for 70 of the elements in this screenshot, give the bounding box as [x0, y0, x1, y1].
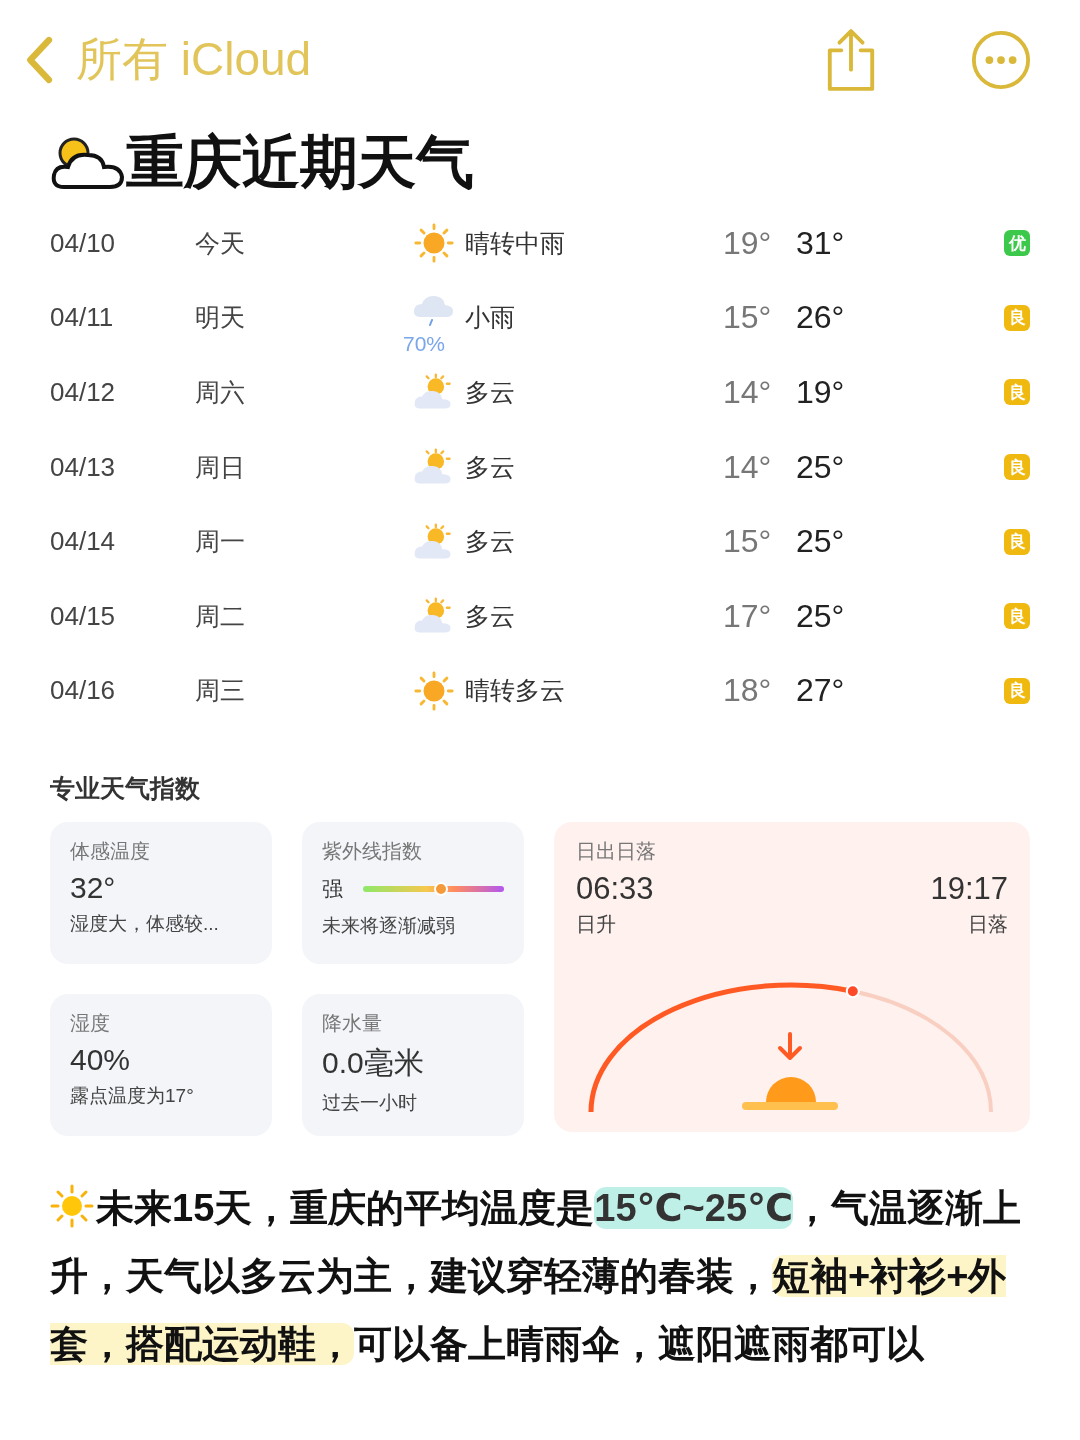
forecast-day: 周六 — [195, 376, 403, 409]
index-label: 紫外线指数 — [322, 839, 423, 865]
sun-icon — [50, 1184, 94, 1229]
air-quality-tag: 良 — [1004, 304, 1030, 331]
low-temperature: 14° — [723, 448, 773, 486]
low-temperature: 14° — [723, 374, 773, 411]
high-temperature: 31° — [796, 224, 846, 262]
forecast-date: 04/15 — [50, 600, 117, 632]
air-quality-tag: 良 — [1004, 454, 1030, 481]
sun-icon — [412, 222, 456, 265]
weather-condition: 晴转中雨 — [465, 227, 566, 259]
sun-icon — [412, 669, 456, 712]
sunrise-label: 日升 — [576, 912, 617, 938]
note-paragraph: 未来15天，重庆的平均温度是15℃~25℃，气温逐渐上升，天气以多云为主，建议穿轻薄的春装，短袖+衬衫+外套，搭配运动鞋，可以备上晴雨伞，遮阳遮雨都可以 — [50, 1186, 1023, 1368]
index-value: 0.0毫米 — [322, 1045, 425, 1082]
low-temperature: 15° — [723, 523, 773, 561]
forecast-date: 04/13 — [50, 451, 117, 483]
index-label: 体感温度 — [70, 839, 151, 865]
high-temperature: 27° — [796, 672, 846, 710]
low-temperature: 18° — [723, 672, 773, 710]
index-value: 32° — [70, 871, 117, 906]
high-temperature: 25° — [796, 448, 846, 486]
sun-position-dot — [845, 984, 860, 999]
high-temperature: 25° — [796, 597, 846, 635]
forecast-date: 04/16 — [50, 675, 117, 707]
high-temperature: 19° — [796, 374, 846, 411]
weather-condition: 多云 — [465, 377, 516, 408]
high-temperature: 25° — [796, 523, 846, 561]
weather-condition: 晴转多云 — [465, 675, 566, 707]
index-label: 日出日落 — [576, 839, 657, 865]
back-chevron-icon — [24, 35, 54, 85]
air-quality-tag: 良 — [1004, 528, 1030, 555]
index-note: 过去一小时 — [322, 1091, 418, 1116]
air-quality-tag: 优 — [1004, 230, 1030, 257]
low-temperature: 15° — [723, 299, 773, 337]
weather-condition: 小雨 — [465, 302, 516, 334]
index-value: 强 — [322, 876, 343, 903]
forecast-day: 周日 — [195, 450, 403, 484]
note-title: 重庆近期天气 — [126, 128, 474, 196]
index-note: 露点温度为17° — [70, 1084, 195, 1109]
weather-condition: 多云 — [465, 600, 516, 632]
more-icon[interactable] — [970, 29, 1032, 91]
precipitation-chance: 70% — [403, 331, 446, 356]
forecast-day: 周二 — [195, 599, 403, 633]
index-label: 湿度 — [70, 1011, 111, 1037]
forecast-date: 04/12 — [50, 377, 117, 408]
air-quality-tag: 良 — [1004, 379, 1030, 406]
forecast-date: 04/10 — [50, 227, 117, 259]
low-temperature: 19° — [723, 224, 773, 262]
forecast-day: 明天 — [195, 301, 403, 335]
sunrise-time: 06:33 — [576, 871, 654, 908]
high-temperature: 26° — [796, 299, 846, 337]
back-button[interactable]: 所有 iCloud — [24, 29, 312, 91]
sunset-time: 19:17 — [930, 871, 1008, 908]
sunset-label: 日落 — [968, 912, 1008, 938]
forecast-date: 04/11 — [50, 302, 115, 334]
weather-condition: 多云 — [465, 451, 516, 483]
air-quality-tag: 良 — [1004, 603, 1030, 630]
index-note: 未来将逐渐减弱 — [322, 914, 456, 939]
index-note: 湿度大，体感较... — [70, 912, 220, 937]
forecast-day: 周一 — [195, 525, 403, 559]
index-label: 降水量 — [322, 1011, 383, 1037]
section-title: 专业天气指数 — [50, 773, 201, 805]
forecast-day: 今天 — [195, 226, 403, 260]
weather-condition: 多云 — [465, 526, 516, 558]
low-temperature: 17° — [723, 597, 773, 635]
forecast-date: 04/14 — [50, 526, 117, 558]
index-value: 40% — [70, 1043, 132, 1078]
forecast-day: 周三 — [195, 674, 403, 708]
air-quality-tag: 良 — [1004, 677, 1030, 704]
